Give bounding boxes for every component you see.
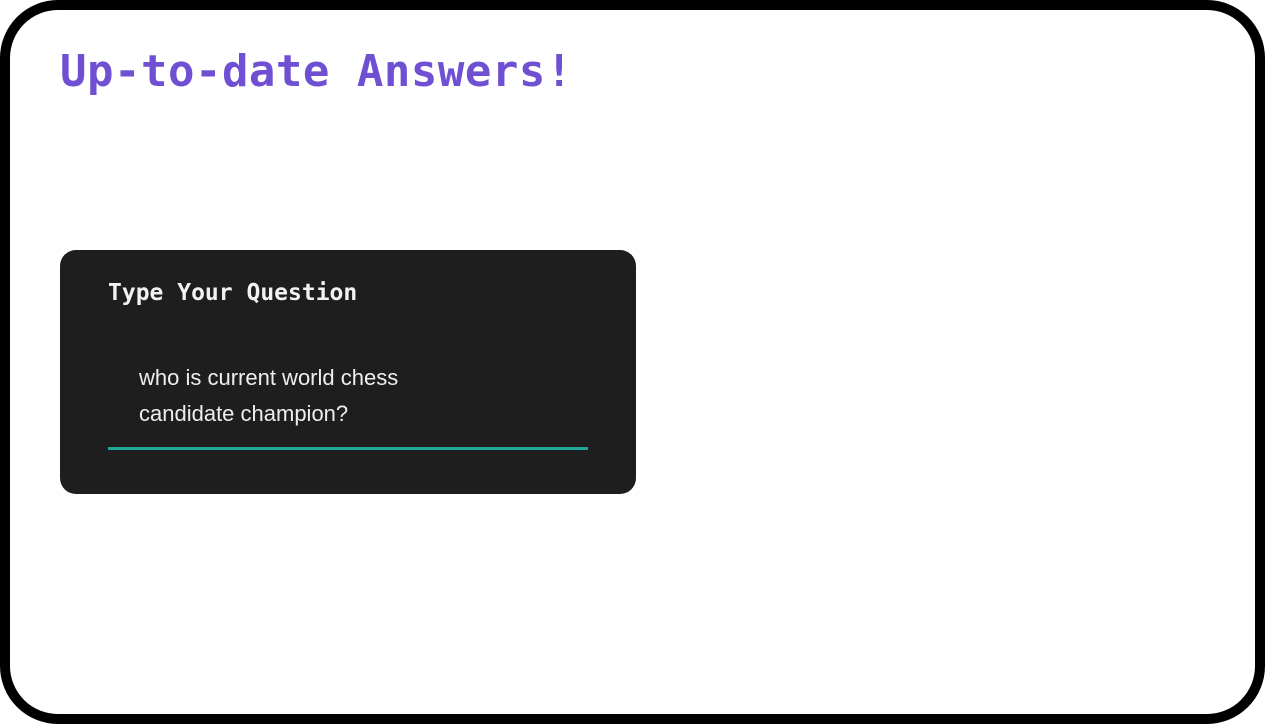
app-frame: Up-to-date Answers! Type Your Question w… [0, 0, 1265, 724]
question-card: Type Your Question who is current world … [60, 250, 636, 494]
input-underline [108, 447, 588, 450]
question-label: Type Your Question [108, 280, 358, 306]
page-title: Up-to-date Answers! [60, 46, 573, 97]
question-input[interactable]: who is current world chess candidate cha… [108, 358, 588, 450]
